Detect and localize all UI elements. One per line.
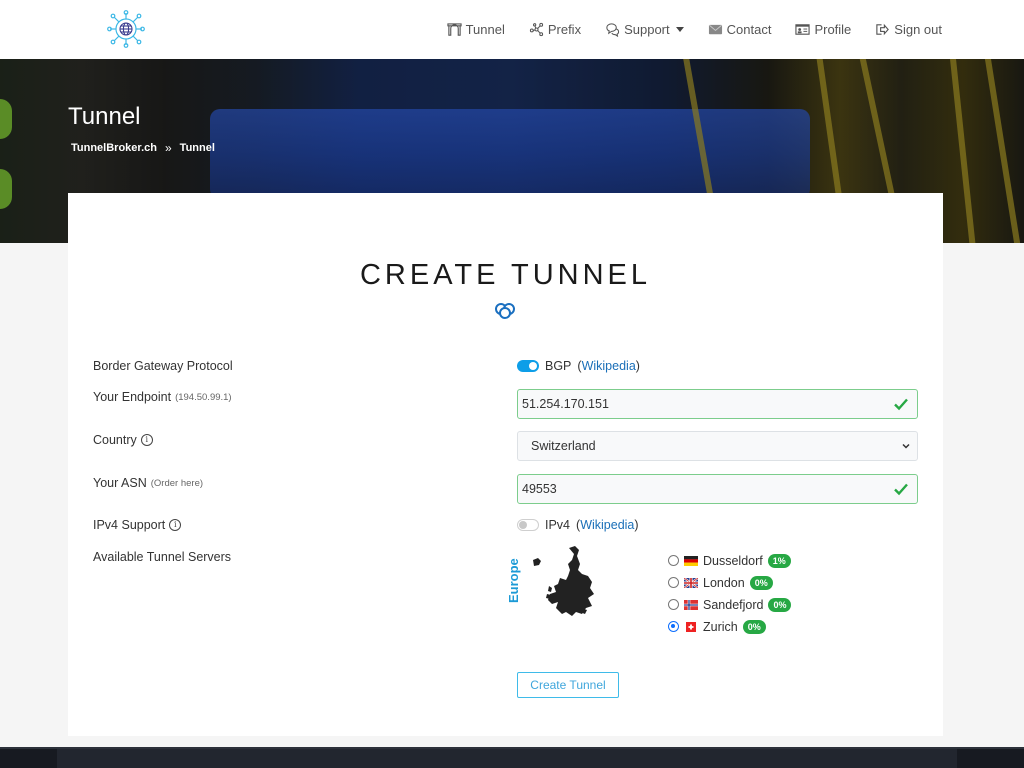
breadcrumb: TunnelBroker.ch » Tunnel xyxy=(71,141,215,155)
nav-support-label: Support xyxy=(624,22,670,37)
footer xyxy=(0,749,1024,768)
server-radio[interactable] xyxy=(668,599,679,610)
breadcrumb-separator-icon: » xyxy=(164,141,172,155)
ipv4-toggle-label: IPv4 xyxy=(545,518,571,532)
servers-label-text: Available Tunnel Servers xyxy=(93,550,232,564)
nav-prefix[interactable]: Prefix xyxy=(529,22,581,37)
uk-flag-icon xyxy=(684,577,698,588)
asn-input[interactable]: 49553 xyxy=(517,474,918,504)
main-nav: Tunnel Prefix Support Contact Profile Si… xyxy=(446,0,942,59)
asn-label: Your ASN (Order here) xyxy=(93,476,203,490)
create-tunnel-button[interactable]: Create Tunnel xyxy=(517,672,619,698)
navbar: Tunnel Prefix Support Contact Profile Si… xyxy=(0,0,1024,59)
server-radio[interactable] xyxy=(668,577,679,588)
title-divider-icon xyxy=(446,303,566,319)
ipv4-toggle[interactable] xyxy=(517,519,539,531)
server-option-zurich[interactable]: Zurich 0% xyxy=(668,618,791,635)
region-label: Europe xyxy=(506,558,521,603)
nav-support[interactable]: Support xyxy=(605,22,684,37)
nav-contact[interactable]: Contact xyxy=(708,22,772,37)
info-icon[interactable]: i xyxy=(140,434,153,446)
ipv4-wikipedia-link-text[interactable]: Wikipedia xyxy=(580,518,634,532)
server-option-sandefjord[interactable]: Sandefjord 0% xyxy=(668,596,792,613)
nav-tunnel-label: Tunnel xyxy=(465,22,505,37)
ipv4-toggle-row: IPv4 (Wikipedia) xyxy=(517,518,639,532)
country-label: Country i xyxy=(93,433,153,447)
breadcrumb-current: Tunnel xyxy=(179,142,215,154)
page-title: Tunnel xyxy=(68,103,141,130)
server-name: London xyxy=(703,575,745,590)
network-nodes-icon xyxy=(529,22,543,37)
nav-prefix-label: Prefix xyxy=(547,22,582,37)
bgp-toggle[interactable] xyxy=(517,360,539,372)
server-name: Sandefjord xyxy=(703,597,764,612)
endpoint-hint: (194.50.99.1) xyxy=(175,391,232,403)
bgp-label-text: Border Gateway Protocol xyxy=(93,359,233,373)
hero-decoration xyxy=(0,99,12,139)
chevron-down-icon xyxy=(675,27,684,32)
hero-decoration xyxy=(982,59,1024,243)
server-radio-selected[interactable] xyxy=(668,621,679,632)
bgp-toggle-label: BGP xyxy=(545,359,572,373)
nav-sign-out[interactable]: Sign out xyxy=(875,22,942,37)
tunnel-icon xyxy=(446,23,462,36)
form-title: CREATE TUNNEL xyxy=(359,259,652,291)
server-radio[interactable] xyxy=(668,555,679,566)
endpoint-value: 51.254.170.151 xyxy=(522,397,609,411)
asn-label-text: Your ASN xyxy=(93,476,147,490)
country-value: Switzerland xyxy=(531,439,596,453)
endpoint-label: Your Endpoint (194.50.99.1) xyxy=(93,390,232,404)
id-card-icon xyxy=(795,24,811,35)
nav-tunnel[interactable]: Tunnel xyxy=(446,22,505,37)
endpoint-input[interactable]: 51.254.170.151 xyxy=(517,389,918,419)
endpoint-label-text: Your Endpoint xyxy=(93,390,172,404)
asn-order-link[interactable]: (Order here) xyxy=(151,478,203,489)
chat-icon xyxy=(606,23,620,37)
server-option-london[interactable]: London 0% xyxy=(668,574,791,591)
check-icon xyxy=(894,398,908,411)
servers-label: Available Tunnel Servers xyxy=(93,550,231,564)
server-option-dusseldorf[interactable]: Dusseldorf 1% xyxy=(668,552,791,569)
ipv4-label-text: IPv4 Support xyxy=(93,518,166,532)
chevron-down-icon xyxy=(902,443,910,449)
hero-decoration xyxy=(947,59,979,243)
bgp-wikipedia-link-text[interactable]: Wikipedia xyxy=(582,359,636,373)
norway-flag-icon xyxy=(684,599,698,610)
ipv4-label: IPv4 Support i xyxy=(93,518,182,532)
bgp-wikipedia-link[interactable]: (Wikipedia) xyxy=(577,359,640,373)
sign-out-icon xyxy=(876,23,890,36)
europe-map-icon xyxy=(533,546,594,616)
globe-network-icon[interactable] xyxy=(107,10,145,48)
hero-decoration xyxy=(210,109,810,199)
hero-decoration xyxy=(0,169,12,209)
breadcrumb-home[interactable]: TunnelBroker.ch xyxy=(71,142,157,154)
nav-contact-label: Contact xyxy=(726,22,772,37)
country-label-text: Country xyxy=(93,433,137,447)
info-icon[interactable]: i xyxy=(169,519,182,531)
switzerland-flag-icon xyxy=(686,621,696,632)
ipv4-wikipedia-link[interactable]: (Wikipedia) xyxy=(576,518,639,532)
server-load-badge: 0% xyxy=(768,597,792,612)
server-name: Zurich xyxy=(703,619,738,634)
footer-container xyxy=(57,749,957,768)
nav-sign-out-label: Sign out xyxy=(894,22,942,37)
check-icon xyxy=(894,483,908,496)
server-load-badge: 0% xyxy=(749,575,773,590)
bgp-toggle-row: BGP (Wikipedia) xyxy=(517,359,640,373)
bgp-label: Border Gateway Protocol xyxy=(93,359,233,373)
server-list: Dusseldorf 1% London 0% Sandefjord 0% Zu… xyxy=(668,552,792,635)
germany-flag-icon xyxy=(684,555,698,566)
nav-profile-label: Profile xyxy=(814,22,852,37)
nav-profile[interactable]: Profile xyxy=(795,22,851,37)
create-tunnel-card: CREATE TUNNEL Border Gateway Protocol BG… xyxy=(68,193,943,736)
envelope-icon xyxy=(708,24,722,35)
server-name: Dusseldorf xyxy=(703,553,763,568)
asn-value: 49553 xyxy=(522,482,557,496)
server-load-badge: 1% xyxy=(767,553,791,568)
country-select[interactable]: Switzerland xyxy=(517,431,918,461)
server-load-badge: 0% xyxy=(742,619,766,634)
